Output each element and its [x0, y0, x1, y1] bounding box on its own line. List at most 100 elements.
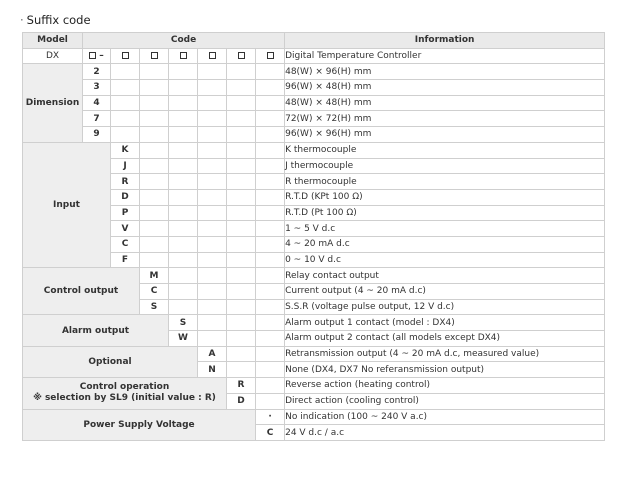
info-cell: 1 ~ 5 V d.c	[284, 220, 606, 237]
table-row: Dimension 2 48(W) × 96(H) mm	[22, 63, 606, 143]
empty-box-icon	[121, 52, 129, 60]
info-cell: Relay contact output	[284, 267, 606, 284]
info-cell: No indication (100 ~ 240 V a.c)	[284, 408, 606, 426]
page-title: · Suffix code	[20, 13, 91, 27]
control-operation-label: Control operation	[79, 382, 170, 393]
table-row: C 4 ~ 20 mA d.c	[23, 235, 606, 253]
code-cell: C	[139, 283, 169, 300]
table-row: Power Supply Voltage · No indication (10…	[22, 408, 606, 441]
info-cell: K thermocouple	[284, 141, 606, 159]
header-model: Model	[22, 32, 83, 49]
code-placeholder-power-supply	[254, 47, 286, 65]
info-cell: R.T.D (Pt 100 Ω)	[284, 204, 606, 222]
info-cell: 4 ~ 20 mA d.c	[284, 235, 606, 253]
info-cell: 0 ~ 10 V d.c	[284, 251, 606, 269]
code-cell: 9	[82, 126, 111, 143]
table-row: Input K K thermocouple	[22, 141, 606, 269]
table-row: V 1 ~ 5 V d.c	[23, 220, 606, 237]
empty-box-icon	[89, 52, 97, 60]
table-header-row: Model Code Information	[22, 32, 606, 49]
model-row: DX – Digital Temperature Controller	[22, 47, 606, 65]
code-cell: 3	[82, 79, 111, 96]
table-row: R R thermocouple	[23, 173, 606, 190]
empty-box-icon	[150, 52, 158, 60]
code-cell: A	[197, 345, 227, 363]
info-cell: 24 V d.c / a.c	[284, 424, 606, 441]
info-cell: Current output (4 ~ 20 mA d.c)	[284, 283, 606, 300]
group-label-control-output: Control output	[22, 267, 140, 316]
info-cell: Alarm output 2 contact (all models excep…	[284, 330, 606, 347]
code-cell: F	[110, 251, 140, 269]
empty-box-icon	[179, 52, 187, 60]
group-label-control-operation: Control operation ※ selection by SL9 (in…	[22, 377, 227, 410]
code-cell: R	[226, 377, 256, 394]
table-row: Control operation ※ selection by SL9 (in…	[22, 377, 606, 410]
empty-box-icon	[208, 52, 216, 60]
code-cell: 2	[82, 63, 111, 81]
code-cell: 4	[82, 94, 111, 112]
code-placeholder-dimension: –	[82, 47, 111, 65]
table-row: J J thermocouple	[23, 157, 606, 175]
code-cell: N	[197, 361, 227, 379]
code-placeholder-control-output	[139, 47, 169, 65]
code-cell: C	[254, 424, 286, 441]
empty-box-icon	[237, 52, 245, 60]
info-cell: 96(W) × 48(H) mm	[284, 79, 606, 96]
page-title-text: Suffix code	[26, 13, 91, 27]
model-code: DX	[22, 47, 83, 65]
table-row: F 0 ~ 10 V d.c	[23, 251, 606, 269]
code-cell: J	[110, 157, 140, 175]
group-label-power-supply: Power Supply Voltage	[22, 408, 256, 441]
code-cell: 7	[82, 110, 111, 128]
group-label-dimension: Dimension	[22, 63, 83, 143]
code-placeholder-optional	[197, 47, 227, 65]
info-cell: 96(W) × 96(H) mm	[284, 126, 606, 143]
info-cell: R thermocouple	[284, 173, 606, 190]
code-cell: C	[110, 235, 140, 253]
info-cell: Alarm output 1 contact (model : DX4)	[284, 314, 606, 332]
table-row: Alarm output S Alarm output 1 contact (m…	[22, 314, 606, 347]
code-dash: –	[99, 50, 104, 61]
table-row: 9 96(W) × 96(H) mm	[23, 126, 606, 143]
group-label-optional: Optional	[22, 345, 198, 379]
code-placeholder-input	[110, 47, 140, 65]
info-cell: 48(W) × 96(H) mm	[284, 63, 606, 81]
table-row: P R.T.D (Pt 100 Ω)	[23, 204, 606, 222]
info-cell: J thermocouple	[284, 157, 606, 175]
info-cell: Reverse action (heating control)	[284, 377, 606, 394]
code-placeholder-control-operation	[226, 47, 256, 65]
table-row: 4 48(W) × 48(H) mm	[23, 94, 606, 112]
table-row: 7 72(W) × 72(H) mm	[23, 110, 606, 128]
info-cell: R.T.D (KPt 100 Ω)	[284, 188, 606, 206]
code-cell: M	[139, 267, 169, 284]
model-information: Digital Temperature Controller	[284, 47, 606, 65]
info-cell: 72(W) × 72(H) mm	[284, 110, 606, 128]
group-label-input: Input	[22, 141, 111, 269]
code-cell: W	[168, 330, 198, 347]
code-placeholder-alarm-output	[168, 47, 198, 65]
code-cell: V	[110, 220, 140, 237]
code-cell: D	[110, 188, 140, 206]
header-code: Code	[81, 32, 286, 49]
title-bullet: ·	[20, 13, 24, 27]
code-cell: D	[226, 392, 256, 410]
control-operation-note: ※ selection by SL9 (initial value : R)	[33, 393, 216, 404]
code-cell: P	[110, 204, 140, 222]
info-cell: S.S.R (voltage pulse output, 12 V d.c)	[284, 298, 606, 316]
empty-box-icon	[266, 52, 274, 60]
table-row: Optional A Retransmission output (4 ~ 20…	[22, 345, 606, 379]
info-cell: None (DX4, DX7 No referansmission output…	[284, 361, 606, 379]
info-cell: Retransmission output (4 ~ 20 mA d.c, me…	[284, 345, 606, 363]
code-cell: K	[110, 141, 140, 159]
table-row: D R.T.D (KPt 100 Ω)	[23, 188, 606, 206]
code-cell: ·	[254, 408, 286, 426]
suffix-code-table: Model Code Information DX – Digital Temp…	[22, 32, 606, 441]
info-cell: 48(W) × 48(H) mm	[284, 94, 606, 112]
info-cell: Direct action (cooling control)	[284, 392, 606, 410]
header-information: Information	[284, 32, 606, 49]
code-cell: R	[110, 173, 140, 190]
table-row: 3 96(W) × 48(H) mm	[23, 79, 606, 96]
code-cell: S	[168, 314, 198, 332]
group-label-alarm-output: Alarm output	[22, 314, 169, 347]
table-row: Control output M Relay contact output	[22, 267, 606, 316]
